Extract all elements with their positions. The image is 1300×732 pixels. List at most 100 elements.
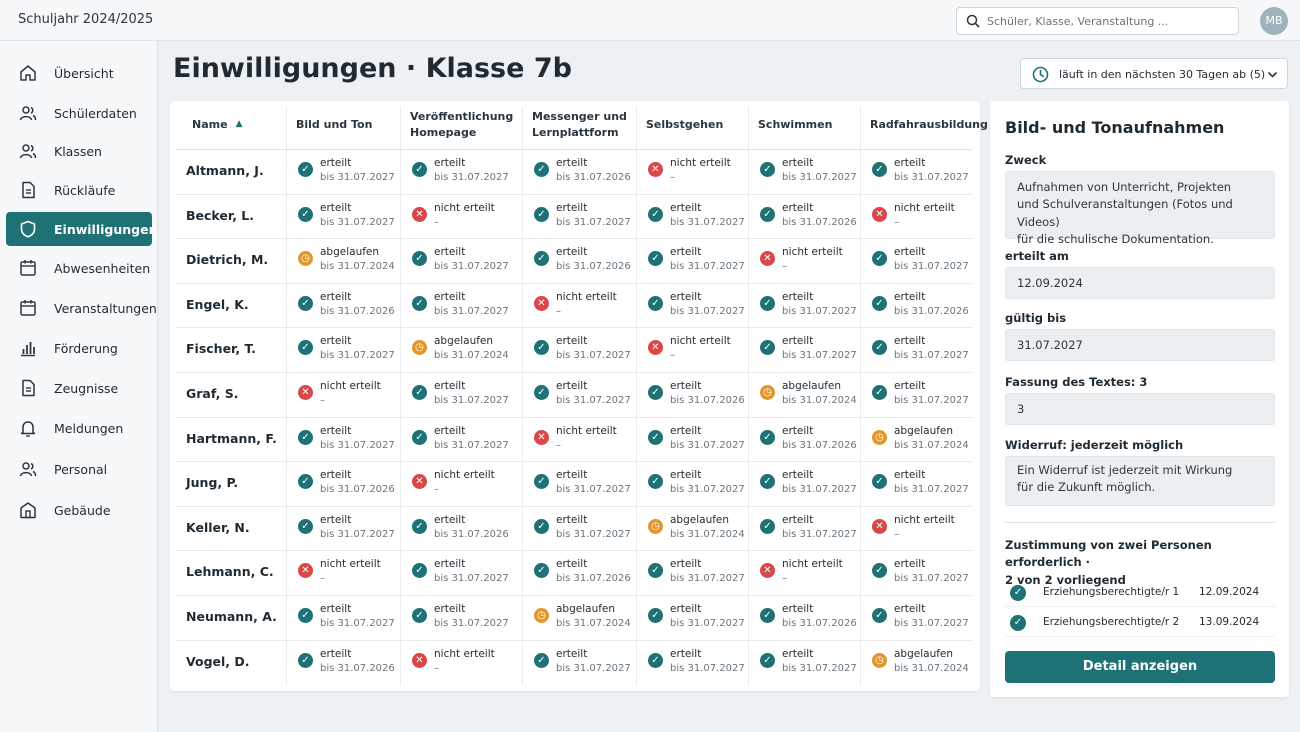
consent-cell[interactable]: ✓ erteilt bis 31.07.2027 [298, 334, 396, 374]
column-header[interactable]: Messenger und Lernplattform [522, 101, 636, 149]
sidebar-item-ruecklaeufe[interactable]: Rückläufe [6, 173, 152, 207]
sidebar-item-veranstaltungen[interactable]: Veranstaltungen [6, 291, 157, 325]
consent-cell[interactable]: ✓ erteilt bis 31.07.2027 [648, 290, 745, 330]
consent-cell[interactable]: ✓ erteilt bis 31.07.2027 [872, 602, 969, 642]
student-name[interactable]: Keller, N. [186, 520, 250, 535]
consent-cell[interactable]: ✓ erteilt bis 31.07.2027 [760, 647, 857, 687]
consent-cell[interactable]: ✓ erteilt bis 31.07.2027 [760, 334, 857, 374]
student-name[interactable]: Altmann, J. [186, 163, 264, 178]
consent-cell[interactable]: ✕ nicht erteilt – [872, 201, 968, 241]
consent-cell[interactable]: ✓ erteilt bis 31.07.2027 [648, 245, 745, 285]
sidebar-item-meldungen[interactable]: Meldungen [6, 411, 152, 445]
consent-cell[interactable]: ✓ erteilt bis 31.07.2027 [412, 156, 518, 196]
sidebar-item-gebaeude[interactable]: Gebäude [6, 493, 152, 527]
search-box[interactable] [956, 7, 1239, 35]
sidebar-item-personal[interactable]: Personal [6, 452, 152, 486]
consent-cell[interactable]: ✕ nicht erteilt – [412, 647, 518, 687]
consent-cell[interactable]: ✓ erteilt bis 31.07.2026 [298, 468, 396, 508]
avatar[interactable]: MB [1260, 7, 1288, 35]
consent-cell[interactable]: ✓ erteilt bis 31.07.2027 [648, 201, 745, 241]
consent-cell[interactable]: ✕ nicht erteilt – [412, 468, 518, 508]
student-name[interactable]: Neumann, A. [186, 609, 277, 624]
student-name[interactable]: Jung, P. [186, 475, 238, 490]
consent-cell[interactable]: ✓ erteilt bis 31.07.2026 [648, 379, 745, 419]
column-header[interactable]: Veröffentlichung Homepage [400, 101, 522, 149]
consent-cell[interactable]: ✓ erteilt bis 31.07.2027 [648, 602, 745, 642]
student-name[interactable]: Dietrich, M. [186, 252, 268, 267]
student-name[interactable]: Engel, K. [186, 297, 249, 312]
consent-cell[interactable]: ✕ nicht erteilt – [760, 245, 856, 285]
sidebar-item-einwilligungen[interactable]: Einwilligungen [6, 212, 157, 246]
consent-cell[interactable]: ✓ erteilt bis 31.07.2027 [412, 424, 518, 464]
consent-cell[interactable]: ✓ erteilt bis 31.07.2027 [412, 602, 518, 642]
consent-cell[interactable]: ✓ erteilt bis 31.07.2027 [412, 245, 518, 285]
consent-cell[interactable]: ✓ erteilt bis 31.07.2027 [760, 156, 857, 196]
consent-cell[interactable]: ✓ erteilt bis 31.07.2026 [298, 290, 396, 330]
consent-cell[interactable]: ✓ erteilt bis 31.07.2026 [872, 290, 969, 330]
consent-cell[interactable]: ◷ abgelaufen bis 31.07.2024 [872, 647, 969, 687]
consent-cell[interactable]: ✓ erteilt bis 31.07.2027 [872, 557, 969, 597]
consent-cell[interactable]: ◷ abgelaufen bis 31.07.2024 [412, 334, 518, 374]
student-name[interactable]: Lehmann, C. [186, 564, 274, 579]
consent-cell[interactable]: ✓ erteilt bis 31.07.2027 [412, 379, 518, 419]
consent-cell[interactable]: ✓ erteilt bis 31.07.2027 [872, 245, 969, 285]
student-name[interactable]: Graf, S. [186, 386, 238, 401]
sidebar-item-zeugnisse[interactable]: Zeugnisse [6, 371, 152, 405]
consent-cell[interactable]: ✓ erteilt bis 31.07.2027 [298, 156, 396, 196]
consent-cell[interactable]: ✓ erteilt bis 31.07.2027 [534, 647, 632, 687]
consent-cell[interactable]: ◷ abgelaufen bis 31.07.2024 [872, 424, 969, 464]
consent-cell[interactable]: ✓ erteilt bis 31.07.2027 [298, 602, 396, 642]
consent-cell[interactable]: ◷ abgelaufen bis 31.07.2024 [648, 513, 745, 553]
consent-cell[interactable]: ✓ erteilt bis 31.07.2027 [648, 468, 745, 508]
consent-cell[interactable]: ◷ abgelaufen bis 31.07.2024 [298, 245, 396, 285]
consent-cell[interactable]: ✓ erteilt bis 31.07.2027 [412, 290, 518, 330]
consent-cell[interactable]: ✓ erteilt bis 31.07.2027 [534, 334, 632, 374]
consent-cell[interactable]: ✓ erteilt bis 31.07.2027 [648, 424, 745, 464]
consent-cell[interactable]: ✓ erteilt bis 31.07.2027 [534, 468, 632, 508]
consent-cell[interactable]: ✓ erteilt bis 31.07.2027 [298, 201, 396, 241]
consent-cell[interactable]: ✓ erteilt bis 31.07.2026 [760, 602, 857, 642]
consent-cell[interactable]: ✓ erteilt bis 31.07.2027 [648, 557, 745, 597]
consent-cell[interactable]: ✕ nicht erteilt – [412, 201, 518, 241]
consent-cell[interactable]: ✓ erteilt bis 31.07.2027 [760, 513, 857, 553]
sidebar-item-uebersicht[interactable]: Übersicht [6, 56, 152, 90]
expiry-filter-dropdown[interactable]: läuft in den nächsten 30 Tagen ab (5) [1020, 58, 1288, 89]
consent-cell[interactable]: ✓ erteilt bis 31.07.2027 [534, 201, 632, 241]
consent-cell[interactable]: ✕ nicht erteilt – [534, 290, 632, 330]
consent-cell[interactable]: ✕ nicht erteilt – [298, 557, 396, 597]
consent-cell[interactable]: ◷ abgelaufen bis 31.07.2024 [534, 602, 632, 642]
search-input[interactable] [987, 8, 1232, 34]
consent-cell[interactable]: ✓ erteilt bis 31.07.2026 [534, 557, 632, 597]
consent-cell[interactable]: ✓ erteilt bis 31.07.2027 [872, 468, 969, 508]
consent-cell[interactable]: ✕ nicht erteilt – [534, 424, 632, 464]
consent-cell[interactable]: ✓ erteilt bis 31.07.2027 [534, 513, 632, 553]
consent-cell[interactable]: ✓ erteilt bis 31.07.2026 [760, 424, 857, 464]
consent-cell[interactable]: ✓ erteilt bis 31.07.2027 [872, 156, 969, 196]
consent-cell[interactable]: ✓ erteilt bis 31.07.2027 [760, 290, 857, 330]
sidebar-item-abwesenheiten[interactable]: Abwesenheiten [6, 251, 152, 285]
consent-cell[interactable]: ✓ erteilt bis 31.07.2027 [760, 468, 857, 508]
column-header[interactable]: Schwimmen [748, 101, 860, 149]
consent-cell[interactable]: ◷ abgelaufen bis 31.07.2024 [760, 379, 857, 419]
column-header-name[interactable]: Name ▲ [176, 101, 286, 149]
consent-cell[interactable]: ✓ erteilt bis 31.07.2027 [872, 334, 969, 374]
column-header[interactable]: Selbstgehen [636, 101, 748, 149]
consent-cell[interactable]: ✓ erteilt bis 31.07.2027 [298, 424, 396, 464]
consent-cell[interactable]: ✓ erteilt bis 31.07.2027 [298, 513, 396, 553]
consent-cell[interactable]: ✕ nicht erteilt – [760, 557, 856, 597]
student-name[interactable]: Vogel, D. [186, 654, 250, 669]
student-name[interactable]: Hartmann, F. [186, 431, 277, 446]
student-name[interactable]: Fischer, T. [186, 341, 256, 356]
column-header[interactable]: Bild und Ton [286, 101, 400, 149]
consent-cell[interactable]: ✓ erteilt bis 31.07.2027 [412, 557, 518, 597]
consent-cell[interactable]: ✓ erteilt bis 31.07.2026 [760, 201, 857, 241]
sidebar-item-foerderung[interactable]: Förderung [6, 331, 152, 365]
student-name[interactable]: Becker, L. [186, 208, 254, 223]
consent-cell[interactable]: ✓ erteilt bis 31.07.2027 [534, 379, 632, 419]
consent-cell[interactable]: ✓ erteilt bis 31.07.2027 [872, 379, 969, 419]
consent-cell[interactable]: ✓ erteilt bis 31.07.2026 [298, 647, 396, 687]
consent-cell[interactable]: ✓ erteilt bis 31.07.2026 [534, 245, 632, 285]
sidebar-item-schuelerdaten[interactable]: Schülerdaten [6, 96, 152, 130]
consent-cell[interactable]: ✓ erteilt bis 31.07.2027 [648, 647, 745, 687]
sidebar-item-klassen[interactable]: Klassen [6, 134, 152, 168]
